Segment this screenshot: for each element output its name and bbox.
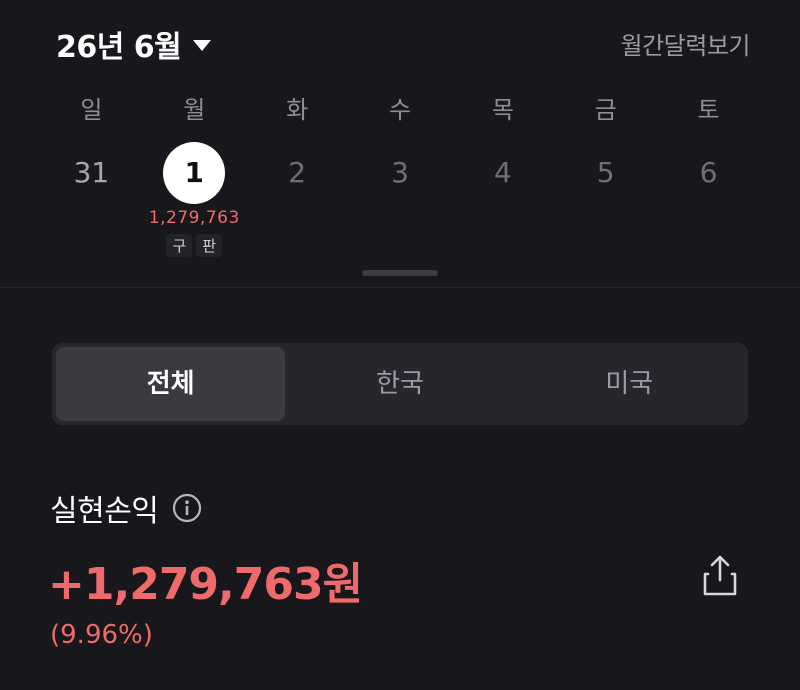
segment-korea[interactable]: 한국 <box>285 347 514 421</box>
day-number-selected[interactable]: 1 <box>163 142 226 204</box>
day-number[interactable]: 31 <box>60 142 122 204</box>
month-label: 26년 6월 <box>56 30 182 65</box>
segment-all[interactable]: 전체 <box>56 347 286 421</box>
day-name: 금 <box>594 96 617 124</box>
day-number[interactable]: 3 <box>369 142 431 204</box>
day-number[interactable]: 4 <box>472 142 534 204</box>
monthly-calendar-link[interactable]: 월간달력보기 <box>621 26 751 61</box>
day-column-fri: 금 5 <box>554 92 657 257</box>
day-profit: 1,279,763 <box>148 208 240 228</box>
realized-profit-header: 실현손익 <box>50 486 202 530</box>
day-name: 월 <box>183 96 206 124</box>
realized-profit-rate: (9.96%) <box>50 620 153 650</box>
day-column-wed: 수 3 <box>349 92 452 257</box>
day-number[interactable]: 5 <box>575 142 637 204</box>
day-column-tue: 화 2 <box>246 92 349 257</box>
segment-usa[interactable]: 미국 <box>515 347 744 421</box>
day-tag-sell: 판 <box>196 234 223 257</box>
week-strip: 일 31 월 1 1,279,763 구 판 화 2 수 3 목 4 금 5 토… <box>40 92 760 257</box>
app-screen: 26년 6월 월간달력보기 일 31 월 1 1,279,763 구 판 화 2… <box>0 0 800 690</box>
day-tag-buy: 구 <box>166 234 193 257</box>
day-tags: 구 판 <box>166 234 223 257</box>
day-column-sat: 토 6 <box>657 92 760 257</box>
caret-down-icon <box>193 39 212 51</box>
month-selector[interactable]: 26년 6월 <box>56 22 212 66</box>
market-segment-control: 전체 한국 미국 <box>52 343 748 425</box>
sheet-drag-handle[interactable] <box>362 270 438 276</box>
day-name: 수 <box>388 96 412 124</box>
day-name: 일 <box>80 96 103 124</box>
day-name: 목 <box>491 96 514 124</box>
divider <box>0 287 800 288</box>
day-column-sun: 일 31 <box>40 92 143 257</box>
day-column-mon: 월 1 1,279,763 구 판 <box>143 92 246 257</box>
day-number[interactable]: 6 <box>678 142 740 204</box>
share-icon[interactable] <box>700 554 740 598</box>
day-name: 토 <box>697 96 720 124</box>
info-icon[interactable] <box>172 493 202 523</box>
day-number[interactable]: 2 <box>266 142 328 204</box>
realized-profit-title: 실현손익 <box>50 494 159 529</box>
day-name: 화 <box>286 96 309 124</box>
day-column-thu: 목 4 <box>451 92 554 257</box>
realized-profit-amount: +1,279,763원 <box>48 559 363 610</box>
